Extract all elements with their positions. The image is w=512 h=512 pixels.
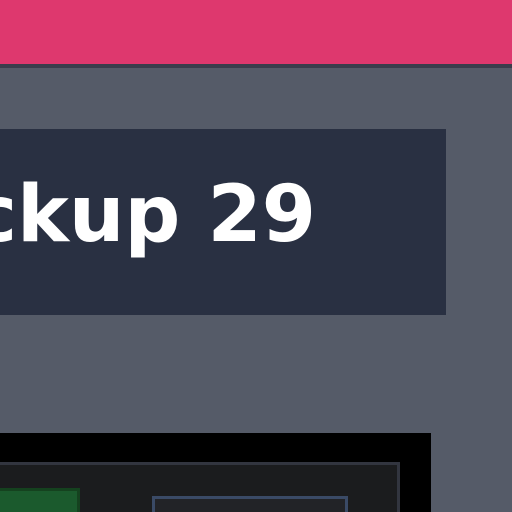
title-clip: ckup 29 <box>0 129 446 315</box>
top-bar <box>0 0 512 68</box>
preview-content-box[interactable] <box>152 496 348 512</box>
page-title: ckup 29 <box>0 170 316 260</box>
preview-thumbnail[interactable] <box>0 488 80 512</box>
